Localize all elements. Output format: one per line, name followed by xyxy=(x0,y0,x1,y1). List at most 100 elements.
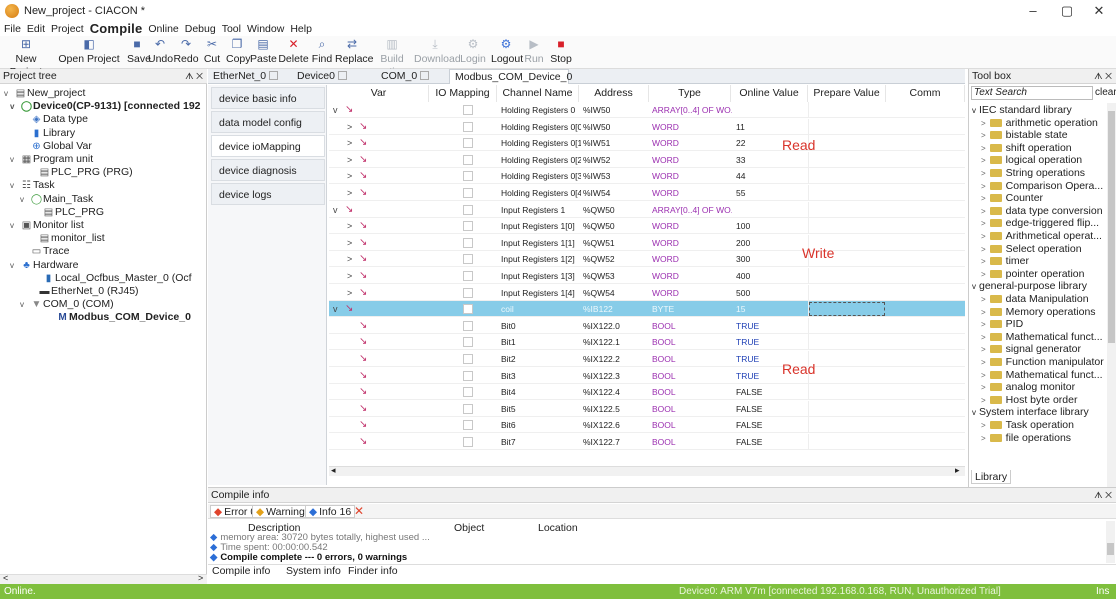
expander-icon[interactable]: > xyxy=(347,119,357,135)
open-project-button[interactable]: ◧ Open Project xyxy=(53,36,125,69)
cut-button[interactable]: ✂ Cut xyxy=(201,36,223,69)
expander-icon[interactable]: > xyxy=(347,135,357,151)
table-row[interactable]: > ↘ Holding Registers 0[2] %IW52 WORD 33 xyxy=(329,151,965,168)
prepare-value-cell[interactable] xyxy=(808,185,886,201)
tab-close-icon[interactable] xyxy=(337,71,347,80)
tab-com_0[interactable]: COM_0 xyxy=(376,69,447,84)
chevron-right-icon[interactable]: > xyxy=(981,156,986,165)
tree-toggle-icon[interactable]: v xyxy=(10,153,20,166)
chevron-right-icon[interactable]: > xyxy=(981,358,986,367)
table-row[interactable]: > ↘ Holding Registers 0[0] %IW50 WORD 11 xyxy=(329,118,965,135)
tree-toggle-icon[interactable]: v xyxy=(4,87,14,100)
undo-button[interactable]: ↶ Undo xyxy=(148,36,173,69)
table-row[interactable]: > ↘ Input Registers 1[2] %QW52 WORD 300 xyxy=(329,251,965,268)
col-header-online-value[interactable]: Online Value xyxy=(731,85,808,102)
run-button[interactable]: ▶ Run xyxy=(523,36,545,69)
library-group[interactable]: v System interface library xyxy=(972,406,1089,418)
menu-compile[interactable]: Compile xyxy=(90,21,143,36)
prepare-value-cell[interactable] xyxy=(808,201,886,218)
tab-device0[interactable]: Device0 xyxy=(292,69,374,84)
tree-item[interactable]: ▬ EtherNet_0 (RJ45) xyxy=(28,285,139,298)
tree-item[interactable]: ◈ Data type xyxy=(20,113,88,126)
tree-item[interactable]: ▮ Library xyxy=(20,127,75,140)
library-group[interactable]: v general-purpose library xyxy=(972,280,1087,292)
io-mapping-checkbox[interactable] xyxy=(463,320,473,331)
col-header-comm[interactable]: Comm xyxy=(886,85,965,102)
chevron-right-icon[interactable]: > xyxy=(981,295,986,304)
chevron-right-icon[interactable]: > xyxy=(981,169,986,178)
io-mapping-checkbox[interactable] xyxy=(463,304,473,315)
io-mapping-checkbox[interactable] xyxy=(463,287,473,298)
compile-scroll-thumb[interactable] xyxy=(1107,543,1114,555)
toolbox-clear-button[interactable]: clear xyxy=(1095,86,1116,100)
library-item[interactable]: > PID xyxy=(981,318,1023,330)
maximize-button[interactable]: ▢ xyxy=(1050,0,1084,22)
table-row[interactable]: ↘ Bit0 %IX122.0 BOOL TRUE xyxy=(329,317,965,334)
expander-icon[interactable]: > xyxy=(347,185,357,201)
library-item[interactable]: > Counter xyxy=(981,192,1043,204)
tree-item[interactable]: ▤ PLC_PRG xyxy=(32,206,104,219)
prepare-value-cell[interactable] xyxy=(808,135,886,152)
expander-icon[interactable]: > xyxy=(347,268,357,284)
col-header-io-mapping[interactable]: IO Mapping xyxy=(429,85,497,102)
chevron-down-icon[interactable]: v xyxy=(972,408,976,417)
table-row[interactable]: ↘ Bit2 %IX122.2 BOOL TRUE xyxy=(329,351,965,367)
redo-button[interactable]: ↷ Redo xyxy=(173,36,199,69)
library-item[interactable]: > Mathematical funct... xyxy=(981,369,1103,381)
logout-button[interactable]: ⚙ Logout xyxy=(491,36,523,69)
library-item[interactable]: > signal generator xyxy=(981,343,1081,355)
io-mapping-checkbox[interactable] xyxy=(463,221,473,232)
chevron-right-icon[interactable]: > xyxy=(981,345,986,354)
menu-edit[interactable]: Edit xyxy=(27,23,45,35)
tree-item[interactable]: M Modbus_COM_Device_0 xyxy=(46,311,191,324)
toolbox-pin-icon[interactable]: ᗑ ✕ xyxy=(1094,69,1112,84)
prepare-value-cell[interactable] xyxy=(808,417,886,434)
replace-button[interactable]: ⇄ Replace xyxy=(335,36,374,69)
io-mapping-checkbox[interactable] xyxy=(463,370,473,381)
prepare-value-cell[interactable] xyxy=(808,317,886,334)
table-row[interactable]: v ↘ Input Registers 1 %QW50 ARRAY[0..4] OF W… xyxy=(329,201,965,218)
library-item[interactable]: > Function manipulator xyxy=(981,356,1104,368)
menu-online[interactable]: Online xyxy=(148,23,178,35)
table-row[interactable]: ↘ Bit3 %IX122.3 BOOL TRUE xyxy=(329,367,965,384)
nav-device-diagnosis[interactable]: device diagnosis xyxy=(211,159,325,181)
scroll-right-icon[interactable]: > xyxy=(198,573,203,583)
tree-item[interactable]: ▤ monitor_list xyxy=(28,232,105,245)
library-item[interactable]: > bistable state xyxy=(981,129,1068,141)
scroll-left-icon[interactable]: < xyxy=(3,573,8,583)
table-row[interactable]: v ↘ Holding Registers 0 %IW50 ARRAY[0..4] OF… xyxy=(329,102,965,118)
find-button[interactable]: ⌕ Find xyxy=(311,36,333,69)
chevron-right-icon[interactable]: > xyxy=(981,308,986,317)
library-item[interactable]: > analog monitor xyxy=(981,381,1075,393)
delete-button[interactable]: ✕ Delete xyxy=(278,36,309,69)
library-item[interactable]: > file operations xyxy=(981,432,1071,444)
io-mapping-checkbox[interactable] xyxy=(463,188,473,198)
library-item[interactable]: > Arithmetical operat... xyxy=(981,230,1102,242)
chevron-right-icon[interactable]: > xyxy=(981,383,986,392)
tree-toggle-icon[interactable]: v xyxy=(10,100,20,113)
menu-project[interactable]: Project xyxy=(51,23,84,35)
chevron-right-icon[interactable]: > xyxy=(981,371,986,380)
chevron-right-icon[interactable]: > xyxy=(981,131,986,140)
tree-toggle-icon[interactable]: v xyxy=(20,298,30,311)
table-row[interactable]: ↘ Bit1 %IX122.1 BOOL TRUE xyxy=(329,334,965,351)
chevron-right-icon[interactable]: > xyxy=(981,245,986,254)
library-item[interactable]: > pointer operation xyxy=(981,268,1084,280)
io-mapping-checkbox[interactable] xyxy=(463,105,473,115)
library-group[interactable]: v IEC standard library xyxy=(972,104,1072,116)
tab-close-icon[interactable] xyxy=(420,71,430,80)
grid-hscrollbar[interactable]: ◂ ▸ xyxy=(329,465,965,476)
table-row[interactable]: > ↘ Holding Registers 0[3] %IW53 WORD 44 xyxy=(329,168,965,185)
prepare-value-cell[interactable] xyxy=(808,301,886,318)
clear-compile-button[interactable]: ✕ xyxy=(354,504,364,518)
prepare-value-cell[interactable] xyxy=(808,334,886,351)
tree-item[interactable]: ▭ Trace xyxy=(20,245,70,258)
library-item[interactable]: > Task operation xyxy=(981,419,1074,431)
tree-item[interactable]: ▮ Local_Ocfbus_Master_0 (Ocf xyxy=(32,272,192,285)
io-mapping-checkbox[interactable] xyxy=(463,403,473,414)
compile-tab-finder-info[interactable]: Finder info xyxy=(348,566,398,577)
chevron-down-icon[interactable]: v xyxy=(972,282,976,291)
col-header-address[interactable]: Address xyxy=(579,85,649,102)
tree-item[interactable]: v ▣ Monitor list xyxy=(10,219,84,232)
grid-scroll-right-icon[interactable]: ▸ xyxy=(955,465,960,476)
